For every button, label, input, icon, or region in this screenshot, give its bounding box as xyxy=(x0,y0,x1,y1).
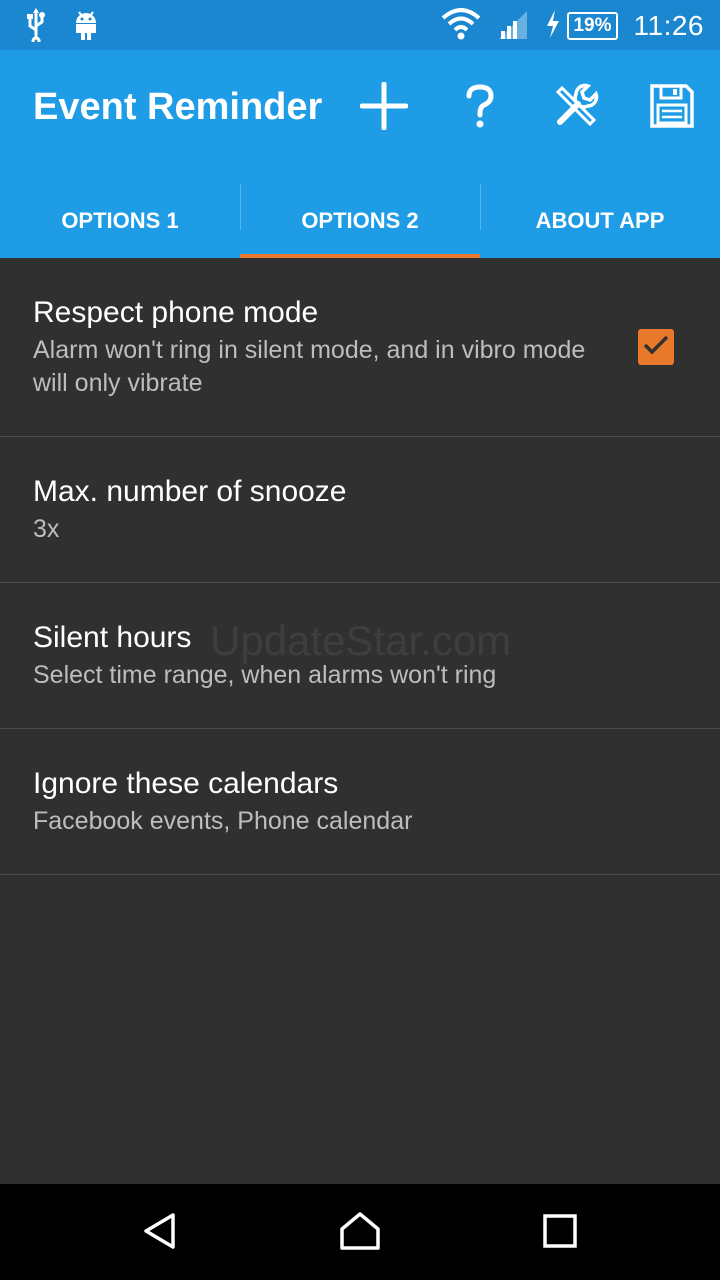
back-button[interactable] xyxy=(135,1208,185,1258)
watermark: UpdateStar.com xyxy=(210,617,512,664)
tab-options-2[interactable]: OPTIONS 2 xyxy=(240,184,480,258)
pref-title: Respect phone mode xyxy=(33,296,319,329)
usb-icon xyxy=(22,8,50,47)
android-icon xyxy=(72,9,100,46)
navigation-bar xyxy=(0,1184,720,1280)
tab-options-1[interactable]: OPTIONS 1 xyxy=(0,184,240,258)
back-icon xyxy=(140,1211,180,1256)
pref-summary: Alarm won't ring in silent mode, and in … xyxy=(33,336,586,397)
clock: 11:26 xyxy=(633,10,704,41)
app-title: Event Reminder xyxy=(33,86,323,128)
home-button[interactable] xyxy=(335,1208,385,1258)
pref-respect-phone-mode[interactable]: Respect phone mode Alarm won't ring in s… xyxy=(0,258,720,437)
respect-phone-mode-checkbox[interactable] xyxy=(638,329,674,365)
pref-summary: Facebook events, Phone calendar xyxy=(33,807,413,835)
app-bar: Event Reminder OPTIONS 1 OPTIONS 2 ABOUT… xyxy=(0,50,720,258)
add-button[interactable] xyxy=(354,78,414,138)
signal-icon xyxy=(497,9,529,44)
add-icon xyxy=(359,81,409,135)
tools-icon xyxy=(552,82,600,135)
tab-bar: OPTIONS 1 OPTIONS 2 ABOUT APP xyxy=(0,184,720,258)
recents-button[interactable] xyxy=(535,1208,585,1258)
pref-title: Ignore these calendars xyxy=(33,767,339,800)
pref-title: Max. number of snooze xyxy=(33,475,347,508)
save-button[interactable] xyxy=(642,78,702,138)
checkmark-icon xyxy=(642,334,670,361)
recents-icon xyxy=(542,1213,578,1254)
pref-max-snooze[interactable]: Max. number of snooze 3x xyxy=(0,437,720,583)
battery-level: 19% xyxy=(567,12,618,40)
charging-icon xyxy=(545,9,561,43)
help-icon xyxy=(465,83,495,133)
wifi-icon xyxy=(441,7,481,45)
battery-indicator: 19% xyxy=(545,9,618,43)
tools-button[interactable] xyxy=(546,78,606,138)
tab-about-app[interactable]: ABOUT APP xyxy=(480,184,720,258)
pref-summary: 3x xyxy=(33,515,60,543)
preferences-list: Respect phone mode Alarm won't ring in s… xyxy=(0,258,720,875)
help-button[interactable] xyxy=(450,78,510,138)
status-bar: 19% 11:26 xyxy=(0,0,720,50)
pref-ignore-calendars[interactable]: Ignore these calendars Facebook events, … xyxy=(0,729,720,875)
save-icon xyxy=(649,83,695,134)
home-icon xyxy=(338,1211,382,1256)
